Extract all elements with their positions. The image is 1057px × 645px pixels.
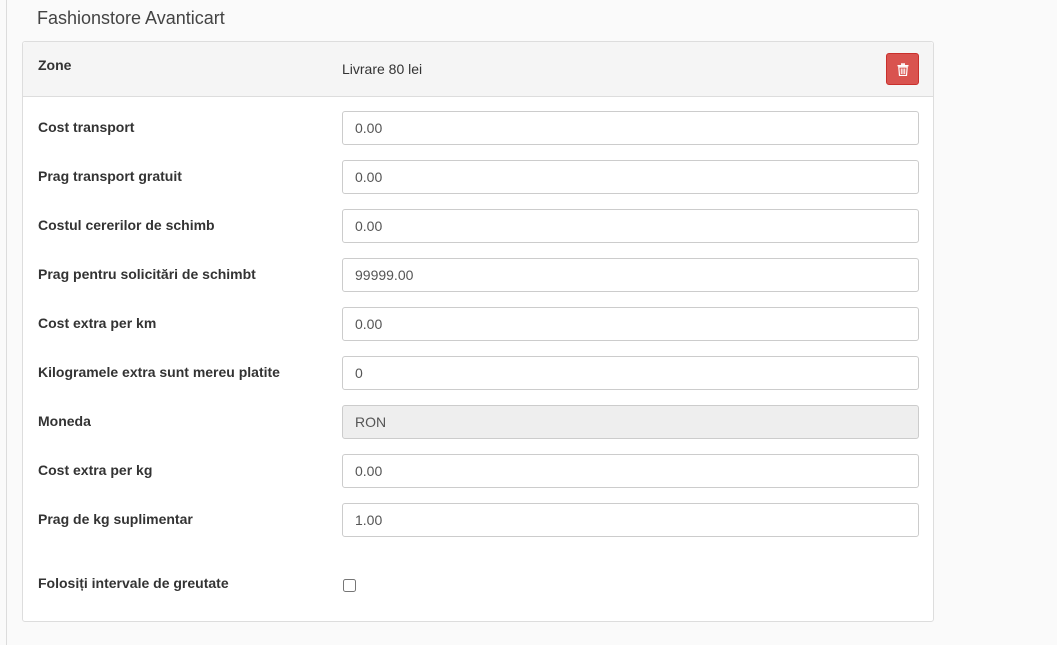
field-label: Cost extra per kg [38,462,153,478]
shipping-zone-panel: Zone Livrare 80 lei Cost transport Prag … [22,41,934,622]
zone-label: Zone [38,57,72,73]
field-row-prag-kg-suplimentar: Prag de kg suplimentar [23,503,933,545]
field-label: Cost extra per km [38,315,157,331]
field-label: Costul cererilor de schimb [38,217,215,233]
panel-header: Zone Livrare 80 lei [23,42,933,97]
field-row-cost-extra-per-km: Cost extra per km [23,307,933,349]
field-label: Prag de kg suplimentar [38,511,193,527]
field-row-cost-transport: Cost transport [23,111,933,153]
field-label: Prag pentru solicitări de schimbt [38,266,256,282]
cost-extra-per-km-input[interactable] [342,307,919,341]
field-row-prag-solicitari-schimb: Prag pentru solicitări de schimbt [23,258,933,300]
field-row-moneda: Moneda [23,405,933,447]
field-label: Prag transport gratuit [38,168,182,184]
kilogramele-extra-input[interactable] [342,356,919,390]
zone-value: Livrare 80 lei [342,61,423,77]
weight-intervals-label: Folosiți intervale de greutate [38,575,229,591]
field-row-costul-cererilor-de-schimb: Costul cererilor de schimb [23,209,933,251]
store-title: Fashionstore Avanticart [37,8,225,28]
field-label: Moneda [38,413,91,429]
left-divider [6,0,7,645]
delete-zone-button[interactable] [886,53,919,85]
field-row-cost-extra-per-kg: Cost extra per kg [23,454,933,496]
moneda-input [342,405,919,439]
trash-icon [897,62,908,76]
field-label: Kilogramele extra sunt mereu platite [38,364,280,380]
field-label: Cost transport [38,119,135,135]
cost-extra-per-kg-input[interactable] [342,454,919,488]
field-row-kilogramele-extra: Kilogramele extra sunt mereu platite [23,356,933,398]
prag-kg-suplimentar-input[interactable] [342,503,919,537]
cost-transport-input[interactable] [342,111,919,145]
prag-transport-gratuit-input[interactable] [342,160,919,194]
costul-cererilor-de-schimb-input[interactable] [342,209,919,243]
field-row-prag-transport-gratuit: Prag transport gratuit [23,160,933,202]
field-row-weight-intervals: Folosiți intervale de greutate [23,575,933,609]
weight-intervals-checkbox[interactable] [343,579,356,592]
prag-solicitari-schimb-input[interactable] [342,258,919,292]
